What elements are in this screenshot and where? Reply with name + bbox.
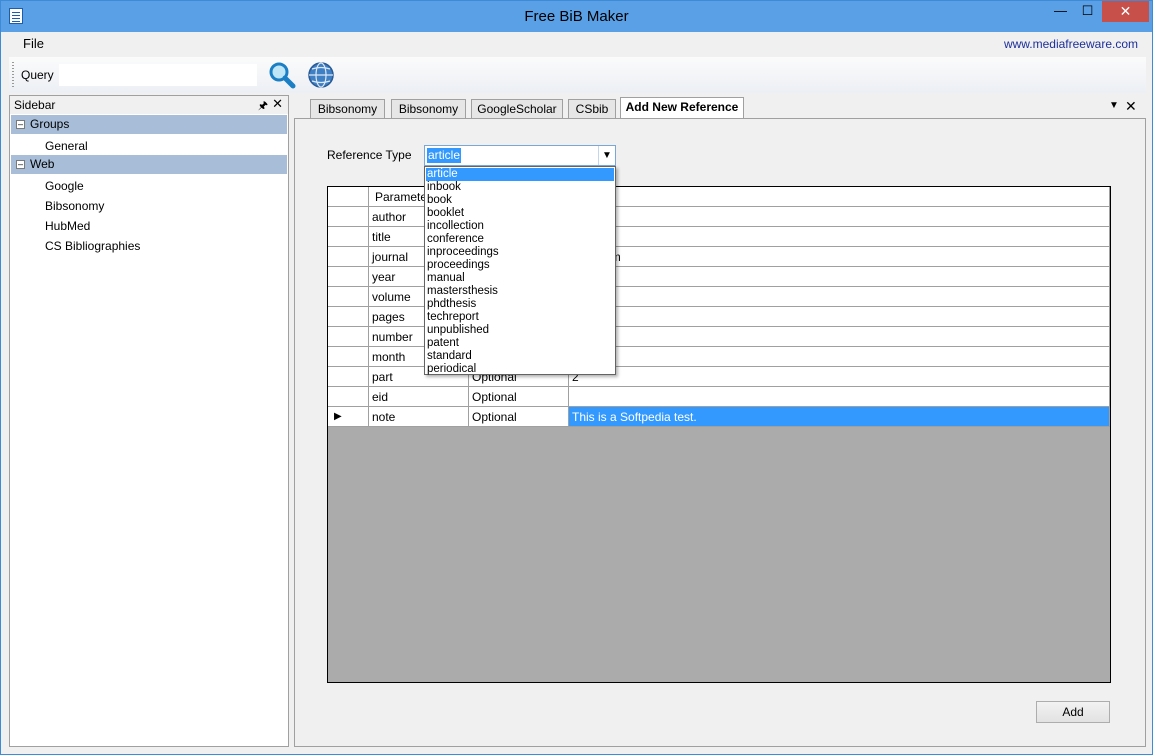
add-button[interactable]: Add: [1036, 701, 1110, 723]
sidebar-item-bibsonomy[interactable]: Bibsonomy: [45, 199, 104, 213]
close-window-icon[interactable]: ✕: [1102, 1, 1149, 22]
minimize-icon[interactable]: —: [1047, 1, 1074, 22]
sidebar-item-general[interactable]: General: [45, 139, 88, 153]
search-icon[interactable]: [268, 61, 296, 89]
row-header[interactable]: [328, 347, 369, 367]
requirement-cell[interactable]: Optional: [469, 407, 569, 427]
dropdown-option[interactable]: standard: [426, 350, 614, 363]
dropdown-option[interactable]: unpublished: [426, 324, 614, 337]
tree-group-groups[interactable]: – Groups: [11, 115, 287, 134]
value-cell[interactable]: Editor: [569, 207, 1110, 227]
dropdown-option[interactable]: incollection: [426, 220, 614, 233]
window-title: Free BiB Maker: [524, 8, 629, 25]
toolbar-grip[interactable]: [12, 62, 14, 88]
row-header[interactable]: [328, 247, 369, 267]
tree-group-label: Groups: [30, 117, 70, 131]
tab-bibsonomy-1[interactable]: Bibsonomy: [310, 99, 385, 118]
website-link[interactable]: www.mediafreeware.com: [1004, 37, 1138, 51]
value-cell[interactable]: [569, 287, 1110, 307]
reference-type-label: Reference Type: [327, 148, 412, 162]
column-header-3[interactable]: [569, 187, 1110, 207]
table-row[interactable]: eid Optional: [328, 387, 1110, 407]
reference-type-value: article: [427, 148, 462, 163]
value-cell[interactable]: [569, 267, 1110, 287]
value-cell[interactable]: edia.com: [569, 247, 1110, 267]
dropdown-option[interactable]: proceedings: [426, 259, 614, 272]
app-window: Free BiB Maker — ☐ ✕ File www.mediafreew…: [0, 0, 1153, 755]
dropdown-option[interactable]: periodical: [426, 363, 614, 376]
toolbar: Query: [9, 57, 1146, 93]
tab-csbib[interactable]: CSbib: [568, 99, 616, 118]
row-header[interactable]: [328, 307, 369, 327]
pin-icon[interactable]: 🖈: [258, 97, 268, 116]
menu-file[interactable]: File: [23, 36, 44, 51]
tab-list-dropdown-icon[interactable]: ▼: [1109, 100, 1119, 111]
sidebar-title: Sidebar: [14, 98, 56, 112]
collapse-icon[interactable]: –: [16, 120, 25, 129]
dropdown-option[interactable]: patent: [426, 337, 614, 350]
param-cell[interactable]: eid: [369, 387, 469, 407]
row-header[interactable]: [328, 227, 369, 247]
query-input[interactable]: [59, 64, 257, 86]
row-header[interactable]: [328, 207, 369, 227]
query-label: Query: [21, 68, 54, 82]
tab-close-icon[interactable]: ✕: [1125, 98, 1137, 115]
dropdown-option[interactable]: inbook: [426, 181, 614, 194]
value-cell[interactable]: [569, 307, 1110, 327]
row-header[interactable]: ▶: [328, 407, 369, 427]
grid-corner: [328, 187, 369, 207]
dropdown-option[interactable]: article: [426, 168, 614, 181]
dropdown-option[interactable]: manual: [426, 272, 614, 285]
value-cell[interactable]: [569, 347, 1110, 367]
globe-icon[interactable]: [307, 61, 335, 89]
dropdown-option[interactable]: booklet: [426, 207, 614, 220]
row-header[interactable]: [328, 327, 369, 347]
dropdown-option[interactable]: mastersthesis: [426, 285, 614, 298]
dropdown-option[interactable]: inproceedings: [426, 246, 614, 259]
sidebar-close-icon[interactable]: ✕: [272, 96, 283, 112]
tab-bibsonomy-2[interactable]: Bibsonomy: [391, 99, 466, 118]
sidebar-panel: Sidebar 🖈 ✕ – Groups General – Web Googl…: [9, 95, 289, 747]
requirement-cell[interactable]: Optional: [469, 387, 569, 407]
tab-add-new-reference[interactable]: Add New Reference: [620, 97, 744, 119]
sidebar-item-cs-bibliographies[interactable]: CS Bibliographies: [45, 239, 140, 253]
value-cell[interactable]: Test: [569, 227, 1110, 247]
reference-type-dropdown-list: article inbook book booklet incollection conf…: [424, 166, 616, 375]
dropdown-option[interactable]: conference: [426, 233, 614, 246]
value-cell[interactable]: [569, 327, 1110, 347]
current-row-icon: ▶: [334, 411, 342, 422]
row-header[interactable]: [328, 367, 369, 387]
tree-group-web[interactable]: – Web: [11, 155, 287, 174]
maximize-icon[interactable]: ☐: [1074, 1, 1101, 22]
add-reference-content: Reference Type Parameter authorEditortit…: [294, 118, 1146, 747]
table-row[interactable]: ▶ note Optional This is a Softpedia test.: [328, 407, 1110, 427]
tree-group-label: Web: [30, 157, 55, 171]
tab-googlescholar[interactable]: GoogleScholar: [471, 99, 563, 118]
chevron-down-icon[interactable]: ▼: [598, 146, 615, 165]
collapse-icon[interactable]: –: [16, 160, 25, 169]
row-header[interactable]: [328, 287, 369, 307]
row-header[interactable]: [328, 387, 369, 407]
param-cell[interactable]: note: [369, 407, 469, 427]
sidebar-item-hubmed[interactable]: HubMed: [45, 219, 90, 233]
dropdown-option[interactable]: techreport: [426, 311, 614, 324]
value-cell[interactable]: 2: [569, 367, 1110, 387]
value-cell[interactable]: [569, 387, 1110, 407]
value-cell[interactable]: This is a Softpedia test.: [569, 407, 1110, 427]
sidebar-header: Sidebar 🖈 ✕: [10, 96, 288, 114]
row-header[interactable]: [328, 267, 369, 287]
tab-strip: Bibsonomy Bibsonomy GoogleScholar CSbib …: [294, 95, 1146, 119]
main-panel: Bibsonomy Bibsonomy GoogleScholar CSbib …: [294, 95, 1146, 747]
reference-type-combo[interactable]: article ▼: [424, 145, 616, 166]
menu-bar: File www.mediafreeware.com: [9, 33, 1146, 55]
dropdown-option[interactable]: book: [426, 194, 614, 207]
dropdown-option[interactable]: phdthesis: [426, 298, 614, 311]
sidebar-item-google[interactable]: Google: [45, 179, 84, 193]
title-bar: Free BiB Maker — ☐ ✕: [1, 1, 1152, 32]
